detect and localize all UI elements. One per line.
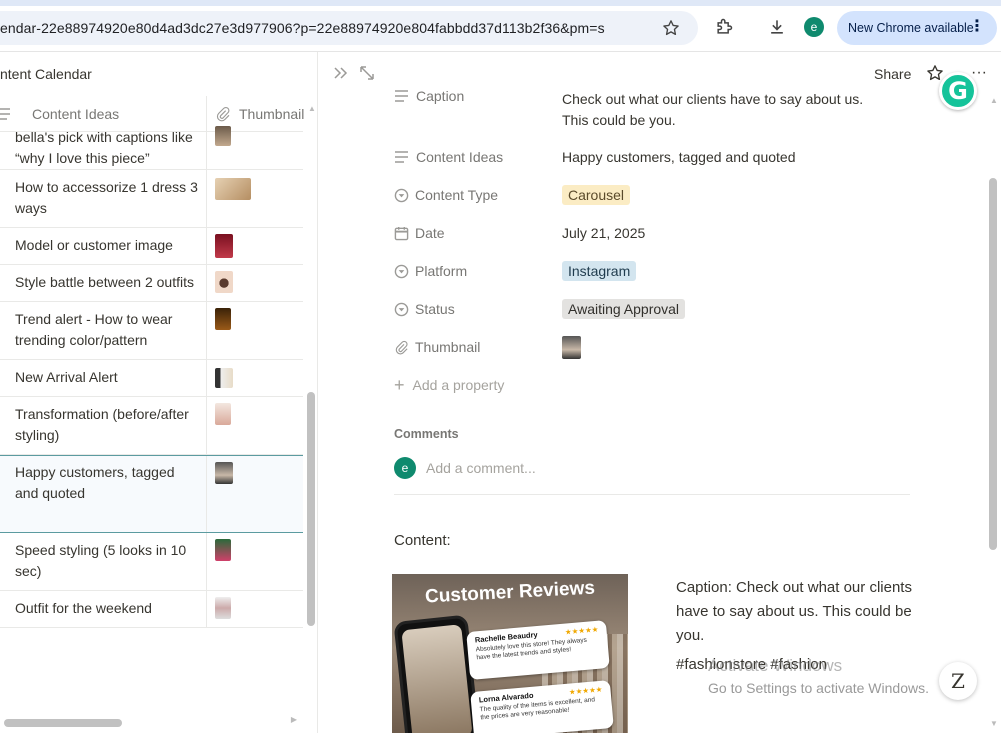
- content-idea-cell[interactable]: bella's pick with captions like “why I l…: [15, 127, 200, 169]
- table-horizontal-scrollbar[interactable]: ▶: [0, 715, 303, 727]
- ai-assistant-button[interactable]: Z: [939, 662, 977, 700]
- avatar: e: [394, 457, 416, 479]
- thumbnail-image[interactable]: [215, 597, 231, 619]
- table-row[interactable]: How to accessorize 1 dress 3 ways: [0, 170, 303, 228]
- property-content-ideas: Content Ideas Happy customers, tagged an…: [394, 142, 914, 172]
- comments-heading: Comments: [394, 427, 459, 441]
- extensions-icon[interactable]: [711, 14, 737, 40]
- profile-avatar[interactable]: e: [804, 17, 824, 37]
- thumbnail-image[interactable]: [215, 308, 231, 330]
- database-table-panel: ntent Calendar Content Ideas Thumbnail b…: [0, 52, 318, 733]
- comment-input[interactable]: Add a comment...: [426, 460, 536, 476]
- property-date: Date July 21, 2025: [394, 218, 914, 248]
- table-row[interactable]: New Arrival Alert: [0, 360, 303, 397]
- table-vertical-scrollbar[interactable]: ▲: [306, 104, 316, 733]
- calendar-icon: [394, 226, 409, 240]
- content-caption-text[interactable]: Caption: Check out what our clients have…: [676, 576, 916, 648]
- text-lines-icon: [395, 151, 408, 163]
- thumbnail-image[interactable]: [215, 368, 233, 388]
- review-stars: ★★★★★: [564, 624, 599, 637]
- property-value[interactable]: Awaiting Approval: [562, 294, 686, 324]
- property-label[interactable]: Platform: [394, 256, 467, 286]
- property-value[interactable]: July 21, 2025: [562, 218, 645, 248]
- page-peek-panel: Share ··· G Caption Check out what our c…: [319, 52, 1001, 733]
- share-button[interactable]: Share: [874, 66, 911, 82]
- property-status: Status Awaiting Approval: [394, 294, 914, 324]
- download-icon[interactable]: [764, 14, 790, 40]
- instagram-tag[interactable]: Instagram: [562, 261, 637, 281]
- collapse-panel-icon[interactable]: [333, 65, 349, 86]
- paperclip-icon: [395, 340, 408, 354]
- table-row[interactable]: Speed styling (5 looks in 10 sec): [0, 533, 303, 591]
- new-chrome-label: New Chrome available: [848, 21, 974, 35]
- property-label[interactable]: Thumbnail: [394, 332, 480, 362]
- property-value[interactable]: Happy customers, tagged and quoted: [562, 142, 796, 172]
- content-heading: Content:: [394, 532, 451, 549]
- grammarly-icon[interactable]: G: [939, 72, 977, 110]
- thumbnail-image[interactable]: [215, 178, 251, 200]
- thumbnail-image[interactable]: [215, 271, 233, 293]
- caption-value[interactable]: Check out what our clients have to say a…: [562, 89, 892, 131]
- property-platform: Platform Instagram: [394, 256, 914, 286]
- property-value[interactable]: Carousel: [562, 180, 631, 210]
- comment-input-row[interactable]: e Add a comment...: [394, 456, 536, 480]
- text-lines-icon: [395, 90, 408, 102]
- select-circle-icon: [394, 188, 409, 202]
- url-text[interactable]: endar-22e88974920e80d4ad3dc27e3d977906?p…: [0, 20, 656, 36]
- content-idea-cell[interactable]: How to accessorize 1 dress 3 ways: [15, 177, 200, 219]
- scrollbar-thumb[interactable]: [989, 178, 997, 550]
- content-idea-cell[interactable]: Style battle between 2 outfits: [15, 272, 200, 293]
- property-label[interactable]: Status: [394, 294, 455, 324]
- content-idea-cell[interactable]: Transformation (before/after styling): [15, 404, 200, 446]
- content-idea-cell[interactable]: Trend alert - How to wear trending color…: [15, 309, 200, 351]
- property-content-type: Content Type Carousel: [394, 180, 914, 210]
- more-vert-icon[interactable]: ⋮: [969, 19, 985, 35]
- new-chrome-button[interactable]: New Chrome available ⋮: [837, 11, 997, 45]
- peek-vertical-scrollbar[interactable]: ▲ ▼: [987, 96, 999, 728]
- bookmark-star-icon[interactable]: [656, 13, 686, 43]
- property-thumbnail: Thumbnail: [394, 332, 914, 362]
- carousel-tag[interactable]: Carousel: [562, 185, 631, 205]
- thumbnail-image[interactable]: [215, 403, 231, 425]
- add-property-button[interactable]: + Add a property: [394, 372, 504, 398]
- table-row[interactable]: Model or customer image: [0, 228, 303, 265]
- property-label[interactable]: Content Ideas: [394, 142, 503, 172]
- content-idea-cell[interactable]: New Arrival Alert: [15, 367, 200, 388]
- content-idea-cell[interactable]: Happy customers, tagged and quoted: [15, 462, 200, 504]
- thumbnail-image[interactable]: [215, 234, 233, 258]
- property-label[interactable]: Content Type: [394, 180, 498, 210]
- property-value[interactable]: Instagram: [562, 256, 637, 286]
- text-lines-icon: [0, 108, 10, 120]
- review-stars: ★★★★★: [568, 684, 603, 697]
- table-row[interactable]: Outfit for the weekend: [0, 591, 303, 628]
- thumbnail-image[interactable]: [562, 335, 581, 359]
- divider: [394, 494, 910, 495]
- address-bar[interactable]: endar-22e88974920e80d4ad3dc27e3d977906?p…: [0, 11, 698, 45]
- scrollbar-thumb[interactable]: [4, 719, 122, 727]
- table-row[interactable]: Style battle between 2 outfits: [0, 265, 303, 302]
- browser-toolbar: endar-22e88974920e80d4ad3dc27e3d977906?p…: [0, 0, 1001, 52]
- thumbnail-image[interactable]: [215, 539, 231, 561]
- content-idea-cell[interactable]: Model or customer image: [15, 235, 200, 256]
- thumbnail-image[interactable]: [215, 126, 231, 146]
- table-row-selected[interactable]: Happy customers, tagged and quoted: [0, 455, 303, 533]
- scrollbar-thumb[interactable]: [307, 392, 315, 626]
- select-circle-icon: [394, 264, 409, 278]
- property-value[interactable]: [562, 332, 581, 362]
- tab-strip: [0, 0, 1001, 6]
- database-title[interactable]: ntent Calendar: [0, 66, 92, 82]
- content-idea-cell[interactable]: Speed styling (5 looks in 10 sec): [15, 540, 200, 582]
- content-idea-cell[interactable]: Outfit for the weekend: [15, 598, 200, 619]
- status-badge[interactable]: Awaiting Approval: [562, 299, 686, 319]
- customer-reviews-image[interactable]: Customer Reviews Rachelle Beaudry ★★★★★ …: [392, 574, 628, 733]
- expand-icon[interactable]: [360, 66, 374, 85]
- property-label[interactable]: Caption: [394, 85, 464, 107]
- thumbnail-image[interactable]: [215, 462, 233, 484]
- property-label[interactable]: Date: [394, 218, 445, 248]
- table-row[interactable]: bella's pick with captions like “why I l…: [0, 120, 303, 170]
- plus-icon: +: [394, 374, 405, 395]
- select-circle-icon: [394, 302, 409, 316]
- table-row[interactable]: Trend alert - How to wear trending color…: [0, 302, 303, 360]
- table-row[interactable]: Transformation (before/after styling): [0, 397, 303, 455]
